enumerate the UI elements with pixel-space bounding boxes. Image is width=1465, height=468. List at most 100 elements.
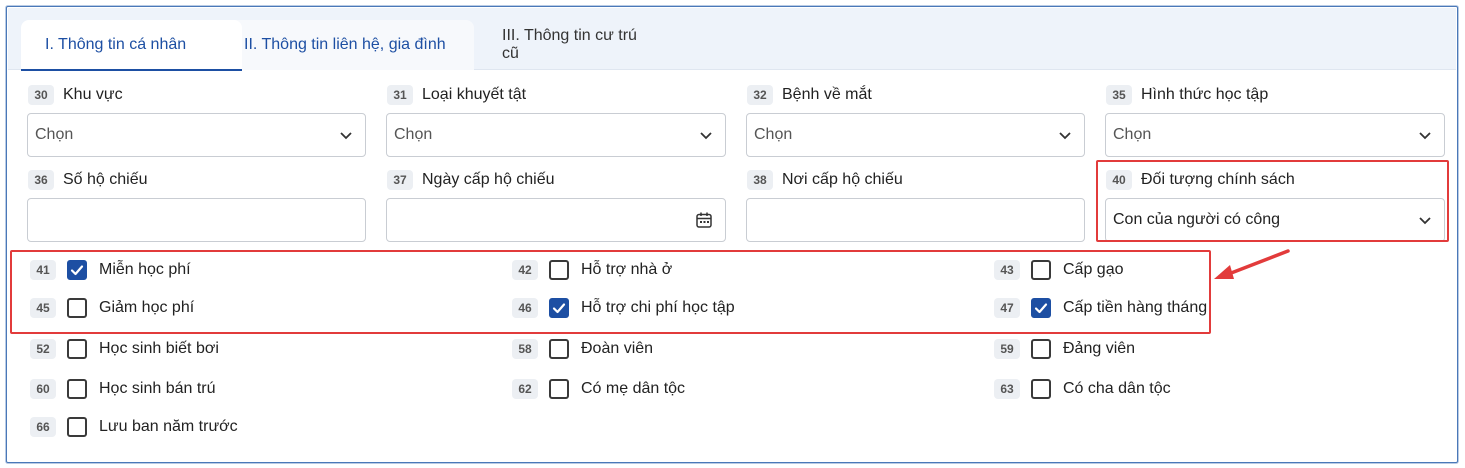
checkbox-label: Đoàn viên: [581, 340, 654, 357]
field-number: 41: [30, 260, 56, 280]
checkbox[interactable]: [549, 298, 569, 318]
checkbox[interactable]: [67, 339, 87, 359]
checkmark-icon: [70, 265, 84, 276]
checkbox-label: Lưu ban năm trước: [99, 418, 238, 435]
chevron-down-icon: [1419, 132, 1431, 140]
khu-vuc-select[interactable]: Chọn: [27, 113, 366, 157]
field-number: 47: [994, 298, 1020, 318]
chevron-down-icon: [1419, 217, 1431, 225]
checkbox-label: Học sinh biết bơi: [99, 340, 219, 357]
chevron-down-icon: [1059, 132, 1071, 140]
field-number: 52: [30, 339, 56, 359]
chevron-down-icon: [340, 132, 352, 140]
field-label-text: Nơi cấp hộ chiếu: [782, 171, 903, 188]
select-value: Chọn: [394, 126, 433, 143]
field-label-text: Khu vực: [63, 86, 123, 103]
checkbox-label: Miễn học phí: [99, 261, 191, 278]
checkbox-item[interactable]: 63 Có cha dân tộc: [994, 376, 1171, 402]
checkmark-icon: [1034, 303, 1048, 314]
checkbox-item[interactable]: 58 Đoàn viên: [512, 336, 653, 362]
field-label-benh-ve-mat: 32 Bệnh về mắt: [747, 84, 872, 106]
field-label-text: Số hộ chiếu: [63, 171, 148, 188]
select-value: Con của người có công: [1113, 211, 1281, 228]
tab-thong-tin-lien-he-gia-dinh[interactable]: II. Thông tin liên hệ, gia đình: [220, 20, 474, 70]
field-number: 62: [512, 379, 538, 399]
checkmark-icon: [552, 303, 566, 314]
field-label-hinh-thuc-hoc-tap: 35 Hình thức học tập: [1106, 84, 1268, 106]
field-label-text: Đối tượng chính sách: [1141, 171, 1295, 188]
checkbox[interactable]: [67, 298, 87, 318]
select-value: Chọn: [1113, 126, 1152, 143]
checkbox-label: Có cha dân tộc: [1063, 380, 1171, 397]
tab-thong-tin-cu-tru-cu[interactable]: III. Thông tin cư trú cũ: [478, 20, 678, 70]
checkbox-label: Có mẹ dân tộc: [581, 380, 686, 397]
field-number: 66: [30, 417, 56, 437]
field-number: 46: [512, 298, 538, 318]
field-number: 32: [747, 85, 773, 105]
checkbox-label: Học sinh bán trú: [99, 380, 216, 397]
tab-bar: I. Thông tin cá nhân II. Thông tin liên …: [8, 8, 1456, 71]
checkbox[interactable]: [67, 417, 87, 437]
field-number: 45: [30, 298, 56, 318]
field-number: 42: [512, 260, 538, 280]
field-label-so-ho-chieu: 36 Số hộ chiếu: [28, 169, 148, 191]
tab-thong-tin-ca-nhan[interactable]: I. Thông tin cá nhân: [21, 20, 242, 71]
field-label-loai-khuyet-tat: 31 Loại khuyết tật: [387, 84, 526, 106]
checkbox[interactable]: [67, 379, 87, 399]
checkbox-item[interactable]: 47 Cấp tiền hàng tháng: [994, 295, 1207, 321]
checkbox-label: Hỗ trợ nhà ở: [581, 261, 673, 278]
field-number: 43: [994, 260, 1020, 280]
field-label-doi-tuong-chinh-sach: 40 Đối tượng chính sách: [1106, 169, 1295, 191]
field-label-text: Ngày cấp hộ chiếu: [422, 171, 555, 188]
checkbox-label: Đảng viên: [1063, 340, 1136, 357]
field-number: 60: [30, 379, 56, 399]
checkbox-item[interactable]: 59 Đảng viên: [994, 336, 1135, 362]
checkbox-item[interactable]: 43 Cấp gạo: [994, 257, 1124, 283]
field-label-text: Bệnh về mắt: [782, 86, 872, 103]
field-label-khu-vuc: 30 Khu vực: [28, 84, 123, 106]
checkbox-item[interactable]: 42 Hỗ trợ nhà ở: [512, 257, 672, 283]
checkbox-item[interactable]: 41 Miễn học phí: [30, 257, 191, 283]
field-label-text: Loại khuyết tật: [422, 86, 527, 103]
checkbox-item[interactable]: 52 Học sinh biết bơi: [30, 336, 219, 362]
checkbox[interactable]: [1031, 339, 1051, 359]
checkbox-item[interactable]: 62 Có mẹ dân tộc: [512, 376, 685, 402]
field-number: 59: [994, 339, 1020, 359]
checkbox-item[interactable]: 60 Học sinh bán trú: [30, 376, 216, 402]
checkbox[interactable]: [1031, 260, 1051, 280]
red-arrow-icon: [1214, 249, 1290, 279]
field-number: 38: [747, 170, 773, 190]
checkbox[interactable]: [67, 260, 87, 280]
checkbox-item[interactable]: 45 Giảm học phí: [30, 295, 194, 321]
so-ho-chieu-input[interactable]: [27, 198, 366, 242]
calendar-icon[interactable]: [695, 211, 713, 229]
field-number: 36: [28, 170, 54, 190]
field-number: 31: [387, 85, 413, 105]
checkbox-label: Cấp gạo: [1063, 261, 1124, 278]
ngay-cap-ho-chieu-date-input[interactable]: [386, 198, 726, 242]
checkbox[interactable]: [549, 379, 569, 399]
field-number: 37: [387, 170, 413, 190]
doi-tuong-chinh-sach-select[interactable]: Con của người có công: [1105, 198, 1445, 242]
checkbox-item[interactable]: 66 Lưu ban năm trước: [30, 414, 238, 440]
checkbox[interactable]: [1031, 298, 1051, 318]
field-number: 35: [1106, 85, 1132, 105]
checkbox[interactable]: [1031, 379, 1051, 399]
field-number: 40: [1106, 170, 1132, 190]
field-number: 30: [28, 85, 54, 105]
select-value: Chọn: [754, 126, 793, 143]
field-number: 58: [512, 339, 538, 359]
field-label-ngay-cap-ho-chieu: 37 Ngày cấp hộ chiếu: [387, 169, 555, 191]
noi-cap-ho-chieu-input[interactable]: [746, 198, 1085, 242]
checkbox-item[interactable]: 46 Hỗ trợ chi phí học tập: [512, 295, 735, 321]
chevron-down-icon: [700, 132, 712, 140]
field-number: 63: [994, 379, 1020, 399]
checkbox[interactable]: [549, 339, 569, 359]
checkbox-label: Giảm học phí: [99, 299, 195, 316]
select-value: Chọn: [35, 126, 74, 143]
loai-khuyet-tat-select[interactable]: Chọn: [386, 113, 726, 157]
benh-ve-mat-select[interactable]: Chọn: [746, 113, 1085, 157]
hinh-thuc-hoc-tap-select[interactable]: Chọn: [1105, 113, 1445, 157]
field-label-text: Hình thức học tập: [1141, 86, 1269, 103]
checkbox[interactable]: [549, 260, 569, 280]
